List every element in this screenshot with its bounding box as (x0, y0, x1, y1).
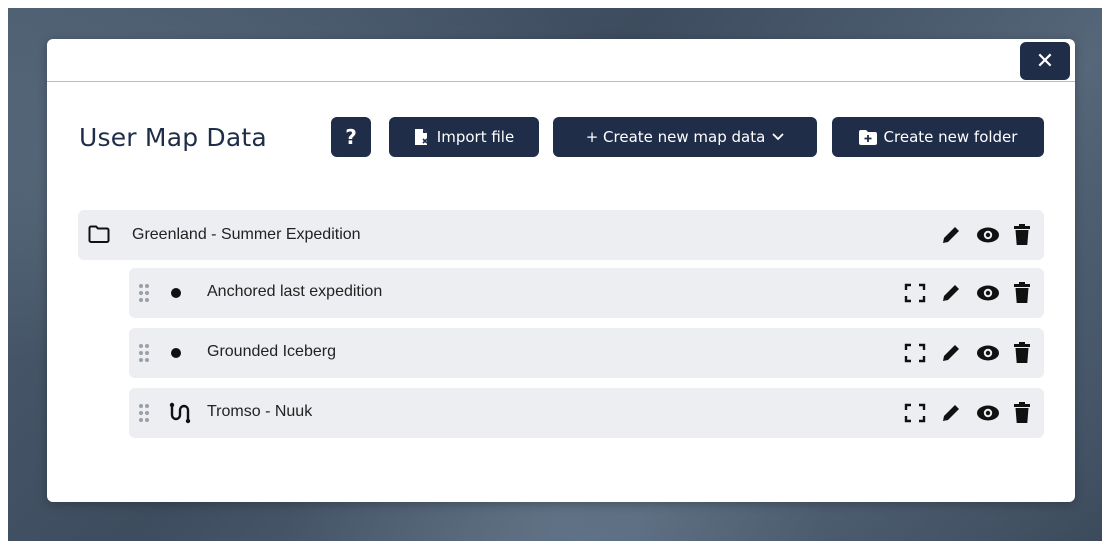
close-icon: ✕ (1035, 48, 1055, 74)
trash-icon[interactable] (1014, 342, 1030, 364)
create-folder-button[interactable]: Create new folder (832, 117, 1044, 157)
trash-icon[interactable] (1014, 224, 1030, 246)
expand-icon[interactable] (904, 283, 926, 303)
trash-icon[interactable] (1014, 402, 1030, 424)
import-file-label: Import file (436, 128, 515, 146)
eye-icon[interactable] (976, 226, 1000, 244)
close-button[interactable]: ✕ (1020, 42, 1070, 80)
pencil-icon[interactable] (940, 402, 962, 424)
list-item[interactable]: Anchored last expedition (129, 268, 1044, 318)
folder-name: Greenland - Summer Expedition (132, 226, 361, 243)
item-name: Tromso - Nuuk (207, 403, 313, 420)
help-label: ? (345, 125, 357, 149)
import-file-button[interactable]: Import file (389, 117, 539, 157)
pencil-icon[interactable] (940, 342, 962, 364)
item-name: Grounded Iceberg (207, 343, 336, 360)
trash-icon[interactable] (1014, 282, 1030, 304)
create-folder-label: Create new folder (883, 128, 1018, 146)
page-title: User Map Data (79, 123, 267, 152)
drag-handle-icon[interactable] (138, 283, 150, 308)
folder-icon (88, 225, 110, 248)
folder-row[interactable]: Greenland - Summer Expedition (78, 210, 1044, 260)
expand-icon[interactable] (904, 403, 926, 423)
dot-icon (169, 342, 183, 369)
dot-icon (169, 282, 183, 309)
help-button[interactable]: ? (331, 117, 371, 157)
list-item[interactable]: Grounded Iceberg (129, 328, 1044, 378)
create-map-data-label: + Create new map data (585, 128, 766, 146)
create-map-data-dropdown[interactable]: + Create new map data (553, 117, 817, 157)
list-item[interactable]: Tromso - Nuuk (129, 388, 1044, 438)
eye-icon[interactable] (976, 284, 1000, 302)
user-map-data-modal: ✕ User Map Data ? Import file + Create n… (47, 39, 1075, 502)
chevron-down-icon (772, 133, 784, 141)
item-name: Anchored last expedition (207, 283, 383, 300)
header-divider (47, 81, 1075, 82)
pencil-icon[interactable] (940, 224, 962, 246)
expand-icon[interactable] (904, 343, 926, 363)
eye-icon[interactable] (976, 344, 1000, 362)
pencil-icon[interactable] (940, 282, 962, 304)
eye-icon[interactable] (976, 404, 1000, 422)
drag-handle-icon[interactable] (138, 403, 150, 428)
route-icon (169, 402, 191, 429)
folder-plus-icon (858, 129, 877, 145)
drag-handle-icon[interactable] (138, 343, 150, 368)
file-import-icon (414, 128, 430, 146)
